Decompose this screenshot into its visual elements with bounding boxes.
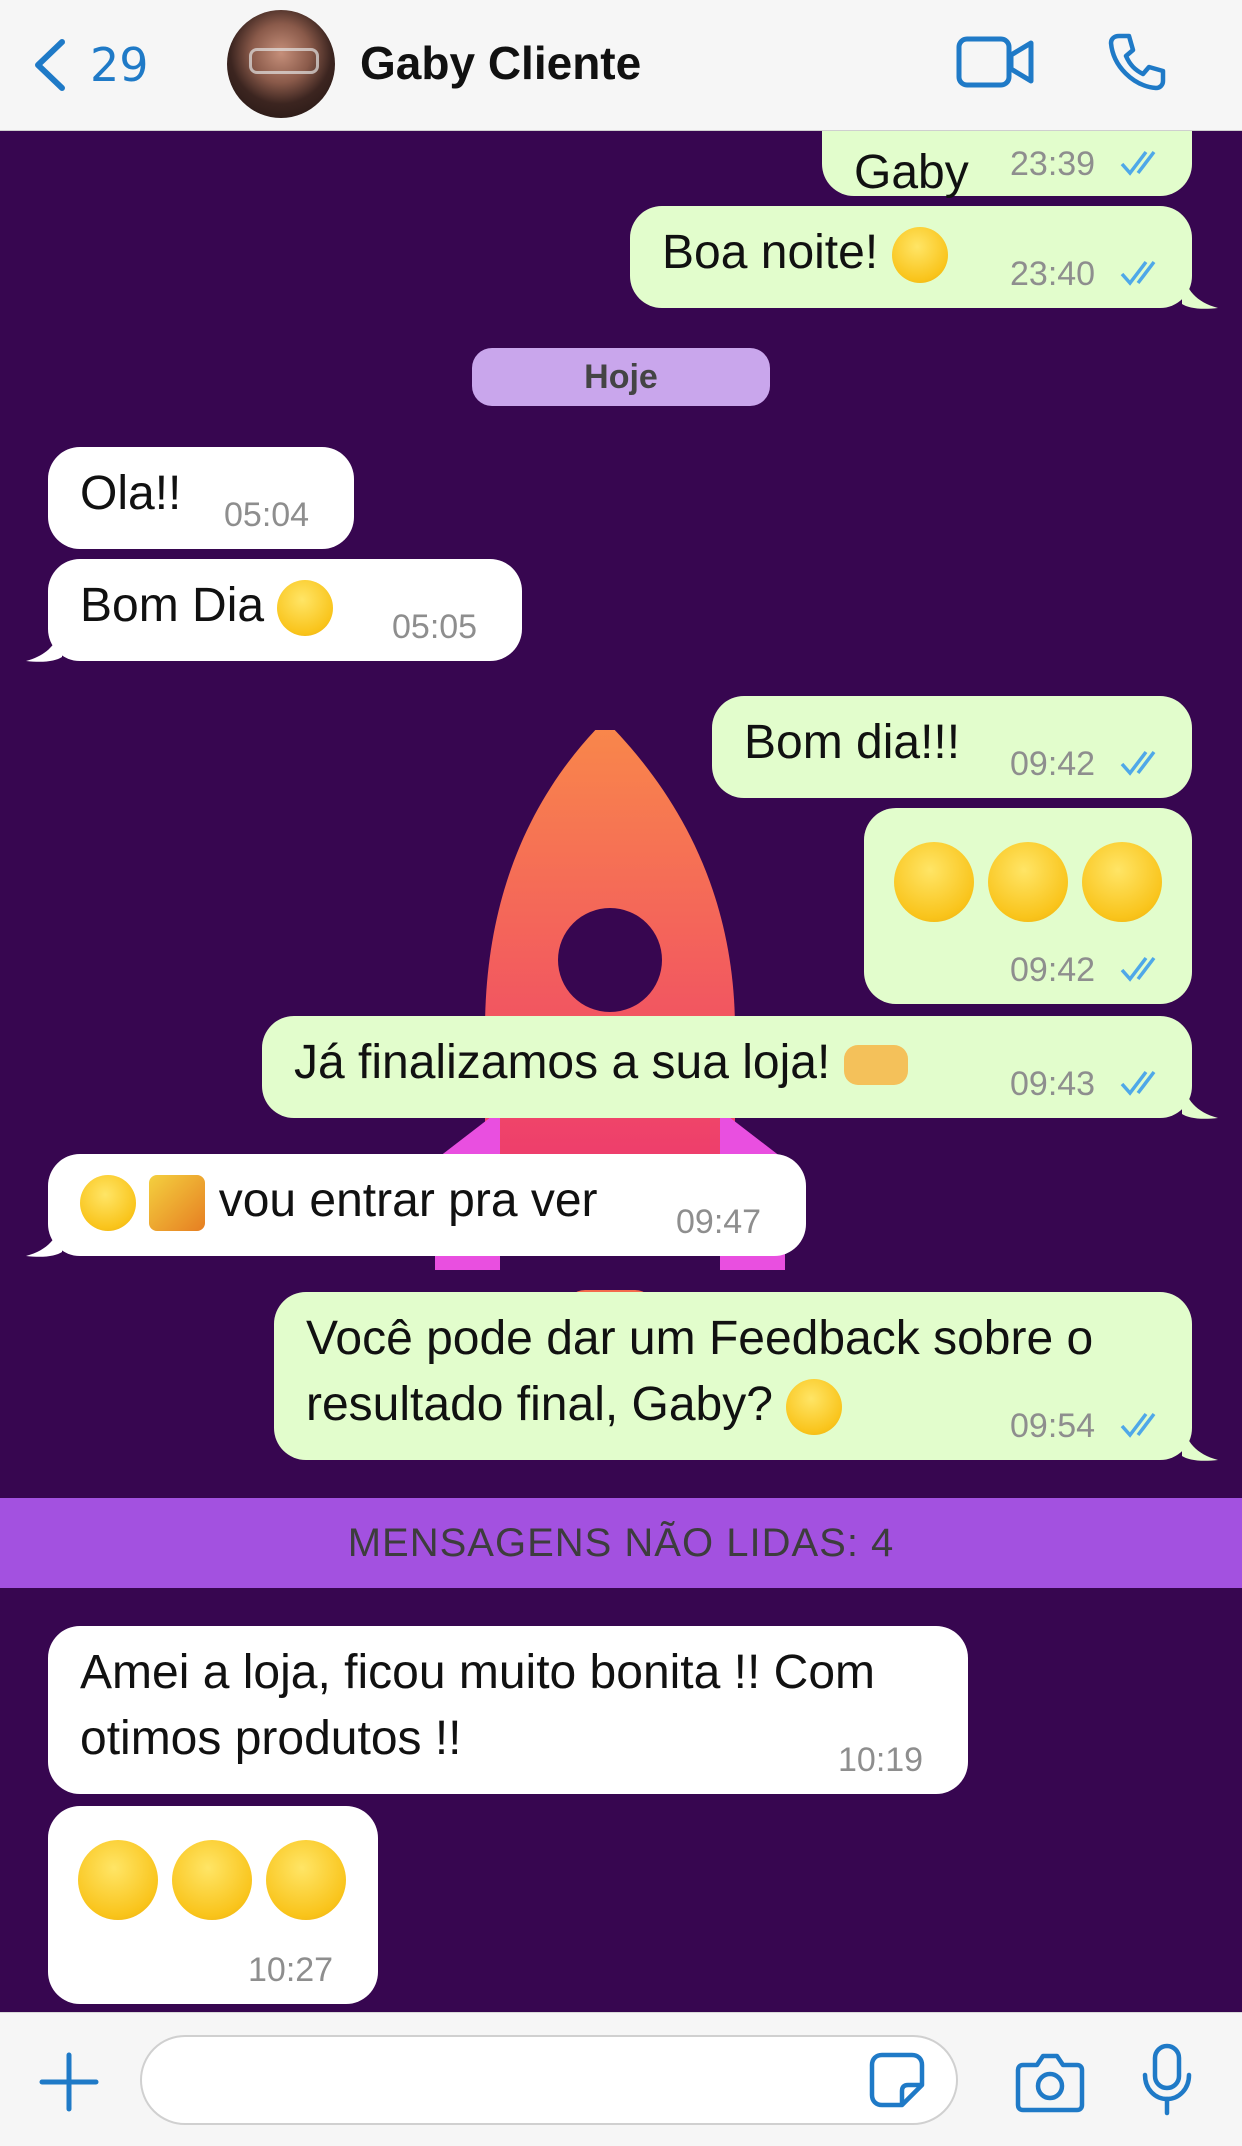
message-text-line1: Amei a loja, ficou muito bonita !! Com <box>80 1646 876 1699</box>
smiling-face-emoji-icon <box>277 580 334 637</box>
bubble-tail <box>1182 270 1218 309</box>
read-ticks-icon <box>1120 260 1156 286</box>
chevron-left-icon <box>35 39 65 91</box>
message-time: 05:04 <box>224 496 310 534</box>
message-time: 09:42 <box>1010 745 1096 783</box>
message-time: 23:39 <box>1010 145 1096 183</box>
unread-messages-divider: MENSAGENS NÃO LIDAS: 4 <box>0 1498 1242 1588</box>
message-text: Gaby <box>854 146 969 199</box>
avatar[interactable] <box>227 10 335 118</box>
emoji-row <box>78 1840 346 1920</box>
message-bubble-outgoing[interactable]: Você pode dar um Feedback sobre o result… <box>274 1292 1218 1461</box>
message-input[interactable] <box>172 2037 876 2125</box>
message-time: 09:42 <box>1010 951 1096 989</box>
avatar-glasses <box>249 48 319 74</box>
message-time: 09:54 <box>1010 1407 1096 1445</box>
message-time: 10:19 <box>838 1741 924 1779</box>
bubble-tail <box>1182 1422 1218 1461</box>
unread-count: 29 <box>90 38 149 92</box>
message-text: Boa noite! <box>662 220 948 286</box>
read-ticks-icon <box>1120 750 1156 776</box>
message-text-line2: resultado final, Gaby? <box>306 1372 843 1438</box>
handshake-emoji-icon <box>843 1045 908 1086</box>
sticker-icon[interactable] <box>868 2051 926 2109</box>
message-bubble-incoming[interactable]: Bom Dia 05:05 <box>26 559 522 662</box>
message-bubble-incoming[interactable]: vou entrar pra ver 09:47 <box>26 1154 806 1257</box>
grinning-face-emoji-icon <box>786 1379 843 1436</box>
message-time: 09:43 <box>1010 1065 1096 1103</box>
composer-bar <box>0 2012 1242 2146</box>
read-ticks-icon <box>1120 956 1156 982</box>
message-input-container[interactable] <box>140 2035 958 2125</box>
message-bubble-incoming[interactable]: Amei a loja, ficou muito bonita !! Com o… <box>48 1626 968 1794</box>
message-text: vou entrar pra ver <box>80 1168 598 1234</box>
read-ticks-icon <box>1120 1070 1156 1096</box>
message-bubble-outgoing[interactable]: Boa noite! 23:40 <box>630 206 1218 309</box>
party-popper-emoji-icon <box>149 1175 206 1232</box>
chat-header: 29 Gaby Cliente <box>0 0 1242 131</box>
message-time: 23:40 <box>1010 255 1096 293</box>
hugging-face-emoji-icon <box>78 1840 158 1920</box>
grinning-face-emoji-icon <box>1082 842 1162 922</box>
camera-icon[interactable] <box>1015 2051 1085 2113</box>
bubble-tail <box>1182 1080 1218 1119</box>
message-text: Já finalizamos a sua loja! <box>294 1030 908 1096</box>
message-text-line1: Você pode dar um Feedback sobre o <box>306 1312 1094 1365</box>
hugging-face-emoji-icon <box>172 1840 252 1920</box>
message-bubble-outgoing[interactable]: Já finalizamos a sua loja! 09:43 <box>262 1016 1218 1119</box>
contact-name[interactable]: Gaby Cliente <box>360 36 641 90</box>
message-bubble-outgoing[interactable]: 09:42 <box>864 808 1192 1004</box>
message-bubble-incoming[interactable]: 10:27 <box>48 1806 378 2004</box>
grinning-face-emoji-icon <box>894 842 974 922</box>
message-bubble-outgoing[interactable]: Bom dia!!! 09:42 <box>712 696 1192 798</box>
grinning-face-emoji-icon <box>988 842 1068 922</box>
hugging-face-emoji-icon <box>80 1175 136 1232</box>
emoji-row <box>894 842 1162 922</box>
read-ticks-icon <box>1120 1412 1156 1438</box>
read-ticks-icon <box>1120 150 1156 176</box>
message-text-line2: otimos produtos !! <box>80 1712 462 1765</box>
grinning-face-emoji-icon <box>891 227 948 284</box>
message-time: 05:05 <box>392 608 478 646</box>
message-time: 10:27 <box>248 1951 334 1989</box>
message-bubble-outgoing[interactable]: Gaby 23:39 <box>822 130 1192 199</box>
phone-icon[interactable] <box>1105 30 1169 94</box>
plus-icon[interactable] <box>38 2051 100 2113</box>
message-text: Bom dia!!! <box>744 716 961 769</box>
message-time: 09:47 <box>676 1203 762 1241</box>
video-camera-icon[interactable] <box>955 33 1035 91</box>
message-text: Ola!! <box>80 467 182 520</box>
back-button[interactable]: 29 <box>30 30 149 100</box>
message-text: Bom Dia <box>80 573 334 639</box>
date-divider: Hoje <box>472 348 770 406</box>
hugging-face-emoji-icon <box>266 1840 346 1920</box>
microphone-icon[interactable] <box>1140 2043 1194 2117</box>
message-bubble-incoming[interactable]: Ola!! 05:04 <box>48 447 354 549</box>
bubble-tail <box>26 1218 62 1257</box>
bubble-tail <box>26 623 62 662</box>
chat-area[interactable]: Gaby 23:39 Boa noite! 23:40 Hoje Ola!! 0… <box>0 130 1242 2012</box>
